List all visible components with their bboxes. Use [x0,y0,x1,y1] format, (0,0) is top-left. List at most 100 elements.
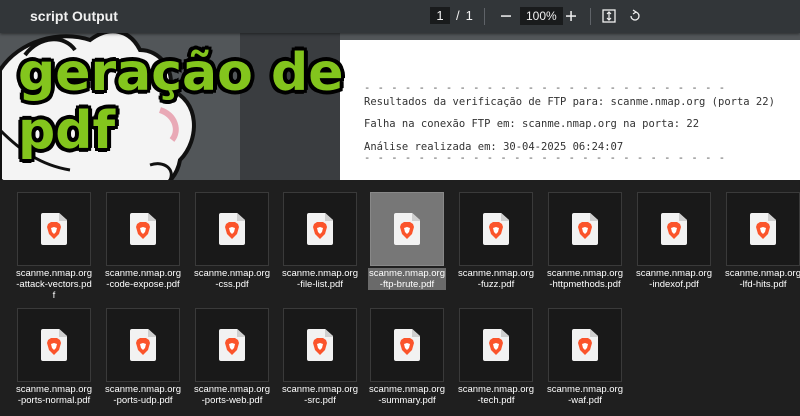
file-thumbnail [106,192,180,266]
file-name: scanme.nmap.org-src.pdf [281,384,359,406]
file-thumbnail [637,192,711,266]
file-item[interactable]: scanme.nmap.org-src.pdf [281,300,359,416]
file-thumbnail [548,308,622,382]
page-total: 1 [465,8,473,23]
result-line: Resultados da verificação de FTP para: s… [364,96,775,108]
brave-lion-icon [667,222,681,239]
file-name: scanme.nmap.org-fuzz.pdf [457,268,535,290]
brave-lion-icon [47,222,61,239]
file-name: scanme.nmap.org-httpmethods.pdf [546,268,624,290]
brave-lion-icon [225,338,239,355]
file-item[interactable]: scanme.nmap.org-ports-udp.pdf [105,300,182,416]
brave-lion-icon [489,338,503,355]
toolbar-divider [590,8,591,25]
file-thumbnail [370,308,444,382]
pdf-file-icon [307,329,333,361]
file-name: scanme.nmap.org-summary.pdf [368,384,446,406]
brave-lion-icon [756,222,770,239]
dashed-separator: - - - - - - - - - - - - - - - - - - - - … [364,82,726,94]
file-item[interactable]: scanme.nmap.org-ports-normal.pdf [15,300,93,416]
rotate-button[interactable] [624,5,646,27]
brave-lion-icon [136,222,150,239]
file-thumbnail [283,192,357,266]
zoom-in-button[interactable] [560,5,582,27]
pdf-file-icon [572,329,598,361]
pdf-toolbar: script Output 1 / 1 100% [0,0,800,33]
zoom-out-button[interactable] [495,5,517,27]
pdf-file-icon [41,329,67,361]
pdf-file-icon [572,213,598,245]
pdf-file-icon [41,213,67,245]
file-thumbnail [195,308,269,382]
file-thumbnail [195,192,269,266]
file-thumbnail [106,308,180,382]
file-thumbnail [726,192,800,266]
pdf-file-icon [483,329,509,361]
file-item[interactable]: scanme.nmap.org-indexof.pdf [636,184,713,300]
file-item[interactable]: scanme.nmap.org-file-list.pdf [281,184,359,300]
pdf-file-icon [750,213,776,245]
pdf-file-icon [483,213,509,245]
fit-page-button[interactable] [598,5,620,27]
pdf-file-icon [219,329,245,361]
file-name: scanme.nmap.org-tech.pdf [457,384,535,406]
page-separator: / [456,8,460,23]
file-item[interactable]: scanme.nmap.org-ftp-brute.pdf [368,184,446,300]
file-item[interactable]: scanme.nmap.org-css.pdf [193,184,271,300]
plus-icon [566,11,576,21]
pdf-page: - - - - - - - - - - - - - - - - - - - - … [340,40,800,180]
brave-lion-icon [578,338,592,355]
pdf-file-icon [394,329,420,361]
brave-lion-icon [136,338,150,355]
file-item[interactable]: scanme.nmap.org-waf.pdf [546,300,624,416]
document-title: script Output [30,8,118,24]
file-thumbnail [17,192,91,266]
brave-lion-icon [489,222,503,239]
file-item[interactable]: scanme.nmap.org-ports-web.pdf [193,300,271,416]
pdf-file-icon [394,213,420,245]
brave-lion-icon [313,222,327,239]
file-name: scanme.nmap.org-lfd-hits.pdf [724,268,800,290]
page-number-input[interactable]: 1 [430,7,450,24]
file-thumbnail [283,308,357,382]
brave-lion-icon [313,338,327,355]
zoom-level[interactable]: 100% [520,7,563,25]
dashed-separator: - - - - - - - - - - - - - - - - - - - - … [364,152,726,164]
file-item[interactable]: scanme.nmap.org-tech.pdf [457,300,535,416]
file-item[interactable]: scanme.nmap.org-httpmethods.pdf [546,184,624,300]
page-indicator: 1 / 1 [430,7,473,24]
brave-lion-icon [578,222,592,239]
file-thumbnail [459,308,533,382]
file-item[interactable]: scanme.nmap.org-lfd-hits.pdf [724,184,800,300]
overlay-title: geração de pdf [18,44,343,160]
file-thumbnail [548,192,622,266]
brave-lion-icon [47,338,61,355]
file-item[interactable]: scanme.nmap.org-summary.pdf [368,300,446,416]
file-name: scanme.nmap.org-file-list.pdf [281,268,359,290]
brave-lion-icon [225,222,239,239]
pdf-file-icon [307,213,333,245]
file-thumbnail [459,192,533,266]
toolbar-divider [484,8,485,25]
file-name: scanme.nmap.org-ports-normal.pdf [15,384,93,406]
file-name: scanme.nmap.org-waf.pdf [546,384,624,406]
pdf-file-icon [130,329,156,361]
pdf-viewer: script Output 1 / 1 100% - - - - - - - -… [0,0,800,180]
pdf-file-icon [661,213,687,245]
minus-icon [501,15,511,17]
pdf-file-icon [130,213,156,245]
error-line: Falha na conexão FTP em: scanme.nmap.org… [364,118,700,130]
file-thumbnail [370,192,444,266]
file-name: scanme.nmap.org-ftp-brute.pdf [368,268,446,290]
file-item[interactable]: scanme.nmap.org-code-expose.pdf [105,184,182,300]
file-item[interactable]: scanme.nmap.org-fuzz.pdf [457,184,535,300]
fit-page-icon [602,9,616,23]
file-name: scanme.nmap.org-css.pdf [193,268,271,290]
pdf-file-icon [219,213,245,245]
brave-lion-icon [400,338,414,355]
rotate-icon [630,9,640,21]
file-name: scanme.nmap.org-ports-web.pdf [193,384,271,406]
overlay-title-line2: pdf [18,101,116,161]
file-item[interactable]: scanme.nmap.org-attack-vectors.pdf [16,184,93,301]
brave-lion-icon [400,222,414,239]
